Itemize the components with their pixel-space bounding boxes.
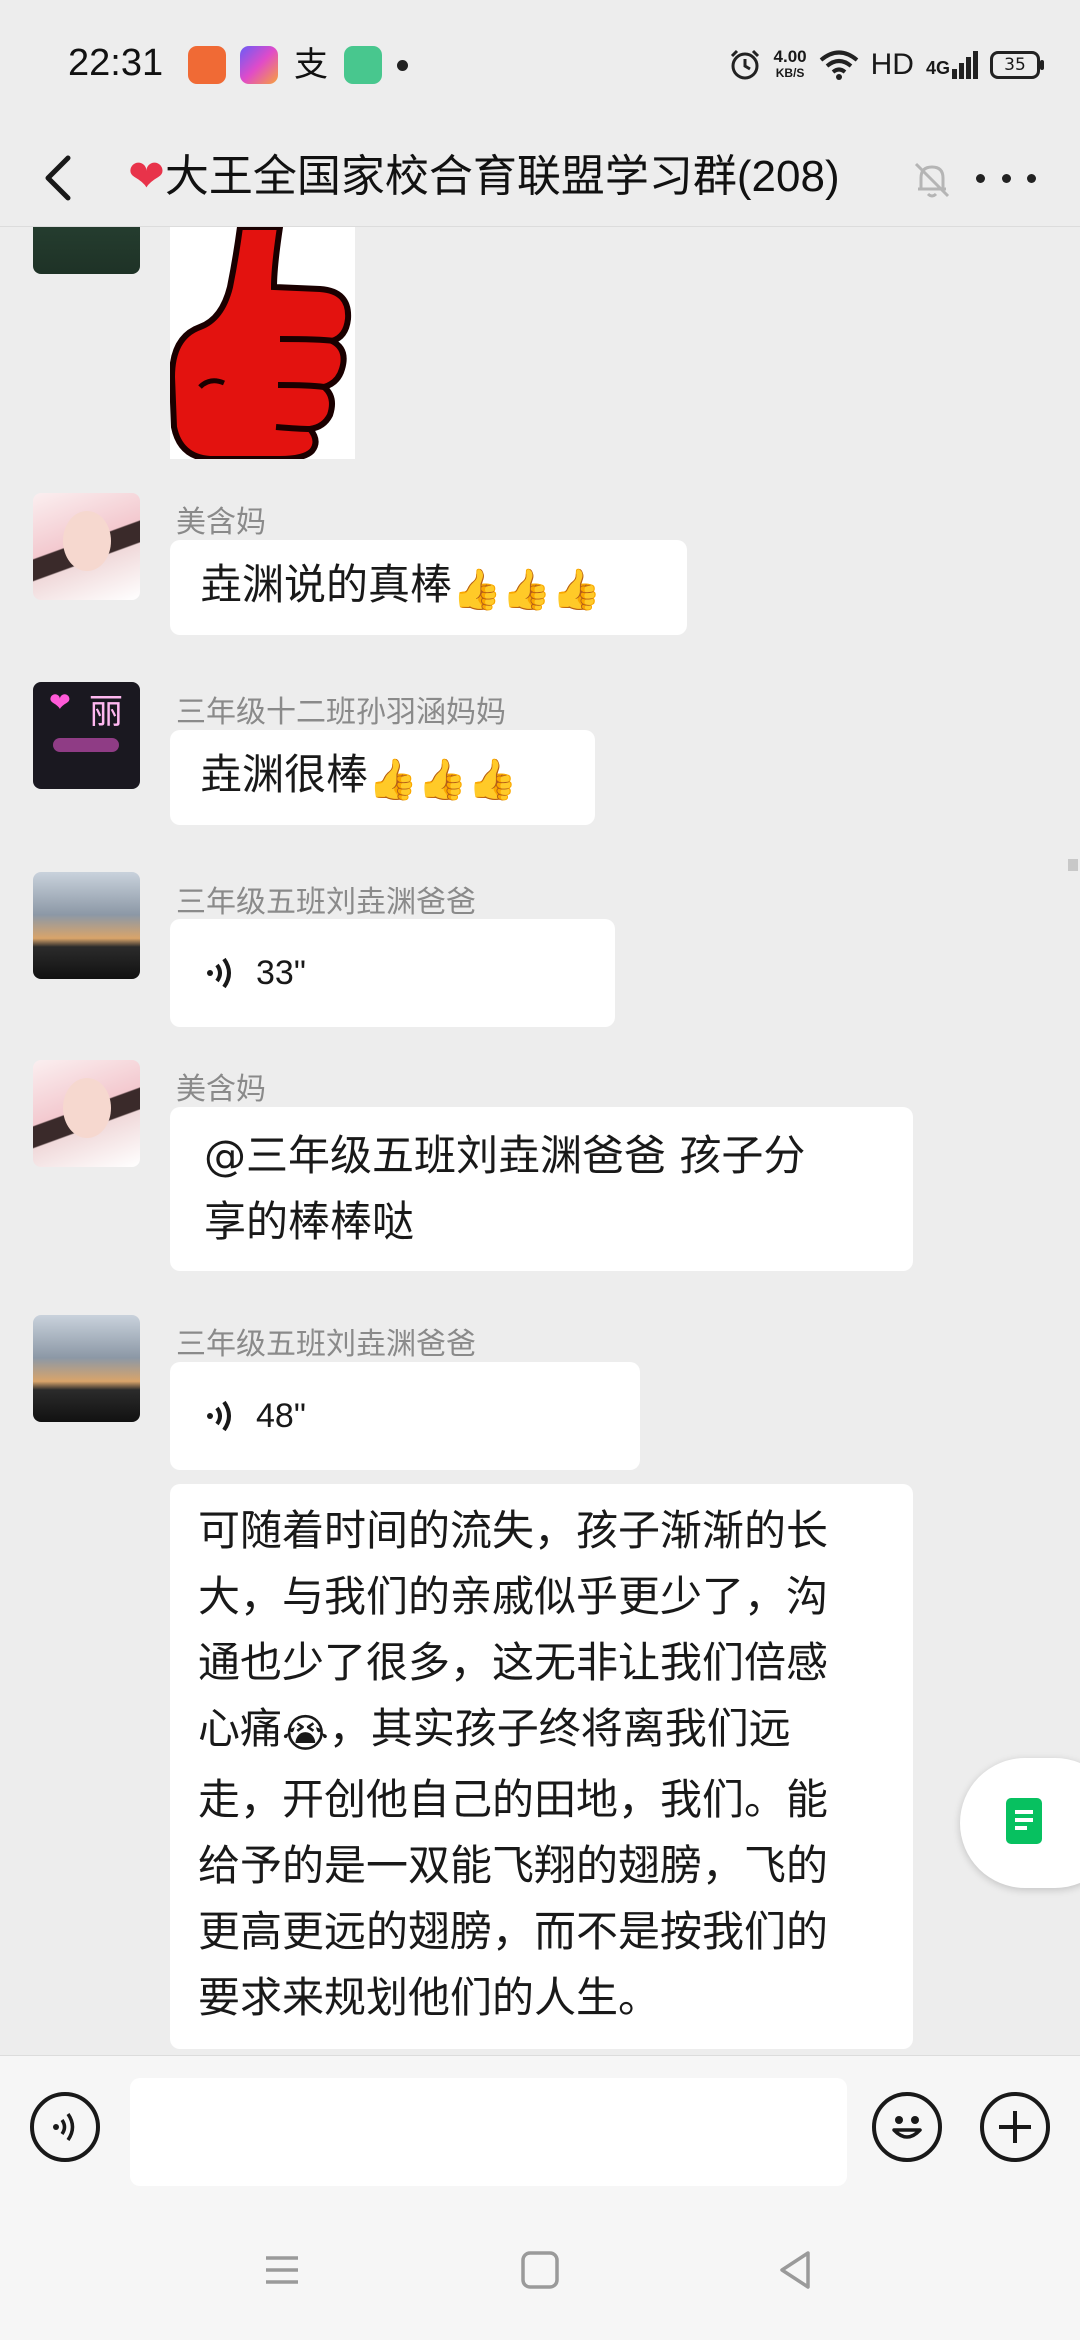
- sender-name: 美含妈: [176, 1072, 266, 1107]
- avatar[interactable]: [33, 872, 140, 979]
- message-text-line: 大，与我们的亲戚似乎更少了，沟: [198, 1572, 829, 1621]
- voice-input-button[interactable]: [30, 2092, 100, 2162]
- plus-icon: [999, 2111, 1031, 2143]
- message-text-line: 通也少了很多，这无非让我们倍感: [198, 1638, 829, 1687]
- voice-duration: 33": [256, 954, 306, 992]
- net-speed-value: 4.00: [773, 47, 807, 66]
- message-bubble[interactable]: 垚渊很棒👍👍👍: [170, 730, 595, 825]
- avatar-neon-text: 丽: [89, 692, 123, 732]
- document-icon: [1006, 1798, 1042, 1844]
- message-bubble[interactable]: @三年级五班刘垚渊爸爸 孩子分 享的棒棒哒: [170, 1107, 913, 1271]
- app-notification-icon: [344, 46, 382, 84]
- status-time: 22:31: [68, 42, 164, 84]
- net-speed-unit: KB/S: [775, 66, 805, 80]
- thumbs-up-emoji-icon: 👍👍👍: [368, 757, 518, 803]
- message-bubble[interactable]: 可随着时间的流失，孩子渐渐的长 大，与我们的亲戚似乎更少了，沟 通也少了很多，这…: [170, 1484, 913, 2049]
- muted-bell-icon: [914, 162, 950, 198]
- back-icon[interactable]: [36, 150, 84, 206]
- message-text-line: 要求来规划他们的人生。: [198, 1973, 661, 2022]
- voice-message-bubble[interactable]: 48": [170, 1362, 640, 1470]
- battery-icon: 35: [990, 51, 1044, 79]
- more-options-button[interactable]: [976, 156, 1036, 200]
- sender-name: 三年级五班刘垚渊爸爸: [176, 1327, 476, 1362]
- sender-name: 三年级十二班孙羽涵妈妈: [176, 695, 506, 730]
- smiley-icon: [892, 2116, 922, 2139]
- message-text-line: 心痛😭，其实孩子终将离我们远: [198, 1696, 885, 1767]
- message-text-fragment: ，其实孩子终将离我们远: [328, 1704, 791, 1753]
- message-text-line: 可随着时间的流失，孩子渐渐的长: [198, 1506, 829, 1555]
- message-text: 垚渊说的真棒: [200, 560, 453, 609]
- sender-name: 美含妈: [176, 505, 266, 540]
- alarm-icon: [730, 49, 759, 80]
- more-notifications-dot: [397, 60, 408, 71]
- network-speed: 4.00 KB/S: [774, 48, 807, 82]
- scrollbar[interactable]: [1068, 859, 1078, 871]
- cell-signal-icon: 4G: [926, 51, 978, 79]
- group-title: ❤大王全国家校合育联盟学习群(208): [128, 144, 840, 210]
- alipay-icon: 支: [294, 45, 328, 85]
- avatar[interactable]: [33, 227, 140, 274]
- sender-name: 三年级五班刘垚渊爸爸: [176, 885, 476, 920]
- status-indicators: 4.00 KB/S HD 4G 35: [728, 40, 1044, 90]
- message-text-line: 给予的是一双能飞翔的翅膀，飞的: [198, 1841, 829, 1890]
- avatar[interactable]: ❤ 丽: [33, 682, 140, 789]
- network-type: 4G: [925, 58, 950, 78]
- voice-icon: [53, 2113, 75, 2141]
- voice-message-bubble[interactable]: 33": [170, 919, 615, 1027]
- thumbs-up-sticker[interactable]: [168, 227, 355, 462]
- input-bar: [0, 2055, 1080, 2196]
- emoji-button[interactable]: [872, 2092, 942, 2162]
- crying-emoji-icon: 😭: [282, 1711, 329, 1757]
- heart-icon: ❤: [128, 152, 165, 201]
- message-text: 垚渊很棒: [200, 750, 369, 799]
- chat-messages[interactable]: 美含妈 垚渊说的真棒👍👍👍 ❤ 丽 三年级十二班孙羽涵妈妈 垚渊很棒👍👍👍 三年…: [0, 227, 1080, 2055]
- message-text-line: 更高更远的翅膀，而不是按我们的: [198, 1907, 829, 1956]
- message-text-line: 享的棒棒哒: [204, 1197, 415, 1246]
- floating-document-button[interactable]: [960, 1758, 1080, 1888]
- voice-wave-icon: [207, 1400, 231, 1432]
- voice-duration: 48": [256, 1397, 306, 1435]
- message-bubble[interactable]: 垚渊说的真棒👍👍👍: [170, 540, 687, 635]
- status-bar: 22:31 支 4.00 KB/S HD 4G 35: [0, 0, 1080, 130]
- avatar-neon-decoration: [53, 738, 119, 752]
- app-notification-icon: [240, 46, 278, 84]
- group-title-text: 大王全国家校合育联盟学习群(208): [164, 152, 840, 201]
- message-input[interactable]: [130, 2078, 847, 2186]
- avatar[interactable]: [33, 1315, 140, 1422]
- wifi-icon: [819, 50, 858, 80]
- back-nav-icon[interactable]: [774, 2248, 818, 2292]
- home-nav-icon[interactable]: [518, 2248, 562, 2292]
- thumbs-up-sticker-image: [168, 227, 352, 462]
- chat-header: ❤大王全国家校合育联盟学习群(208): [0, 130, 1080, 227]
- system-navigation-bar: [0, 2196, 1080, 2340]
- menu-nav-icon[interactable]: [260, 2248, 304, 2292]
- app-notification-icon: [188, 46, 226, 84]
- plus-button[interactable]: [980, 2092, 1050, 2162]
- heart-icon: ❤: [49, 688, 71, 718]
- avatar[interactable]: [33, 493, 140, 600]
- message-text-fragment: 心痛: [198, 1704, 283, 1753]
- hd-label: HD: [870, 48, 914, 81]
- message-text-line: @三年级五班刘垚渊爸爸 孩子分: [204, 1131, 806, 1180]
- message-text-line: 走，开创他自己的田地，我们。能: [198, 1775, 829, 1824]
- thumbs-up-emoji-icon: 👍👍👍: [452, 567, 602, 613]
- avatar[interactable]: [33, 1060, 140, 1167]
- voice-wave-icon: [207, 957, 231, 989]
